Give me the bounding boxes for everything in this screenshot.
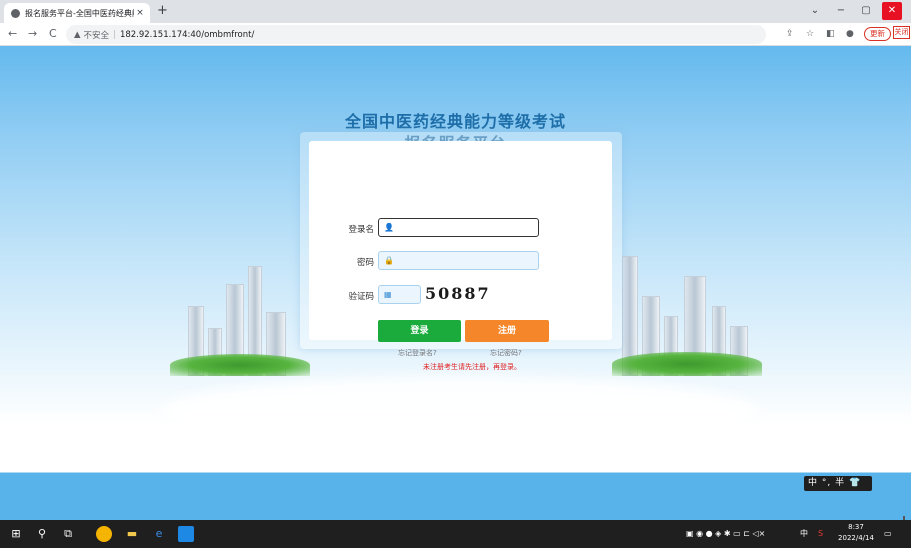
ime-toolbar[interactable]: 中 °, 半 👕 (804, 476, 872, 491)
globe-icon (11, 8, 20, 18)
notification-icon[interactable]: ▭ (884, 528, 892, 540)
warning-icon: ▲ (74, 29, 81, 40)
antivirus-tray-icon[interactable]: S (818, 528, 823, 540)
username-label: 登录名 (348, 225, 374, 235)
update-button[interactable]: 更新 (864, 27, 891, 41)
tray-icons[interactable]: ▣ ◉ ● ◈ ✱ ▭ ⊏ ◁× (686, 528, 765, 540)
page-title: 全国中医药经典能力等级考试 (344, 112, 566, 131)
clock-time: 8:37 (848, 523, 864, 531)
register-button[interactable]: 注册 (465, 320, 549, 342)
captcha-icon: ▦ (384, 290, 392, 299)
window-close-button[interactable]: ✕ (882, 2, 902, 20)
minimize-button[interactable]: − (831, 2, 851, 20)
share-icon[interactable]: ⇪ (786, 28, 794, 40)
captcha-label: 验证码 (348, 292, 374, 302)
security-label: 不安全 (83, 30, 110, 41)
clock-date: 2022/4/14 (838, 534, 874, 542)
left-city-illustration (170, 246, 310, 376)
edge-icon[interactable]: e (151, 526, 167, 542)
chrome-icon[interactable] (96, 526, 112, 542)
profile-icon[interactable]: ● (846, 28, 854, 40)
omnibox-separator: | (113, 29, 116, 40)
search-icon[interactable]: ⚲ (34, 526, 50, 542)
cloud-decoration (160, 376, 760, 446)
username-input[interactable]: 👤 (378, 218, 539, 237)
url-text: 182.92.151.174:40/ombmfront/ (119, 29, 255, 40)
browser-tab[interactable]: 报名服务平台-全国中医药经典能 × (4, 3, 150, 23)
forward-button[interactable]: → (28, 27, 37, 41)
tab-title: 报名服务平台-全国中医药经典能 (25, 8, 134, 18)
login-card (309, 141, 612, 340)
address-bar-row: ← → C ▲ 不安全 | 182.92.151.174:40/ombmfron… (0, 23, 911, 46)
close-tag-button[interactable]: 关闭 (893, 26, 910, 39)
back-button[interactable]: ← (8, 27, 17, 41)
user-icon: 👤 (384, 223, 394, 232)
captcha-image[interactable]: 50887 (425, 284, 505, 306)
ime-mode-indicator[interactable]: 中 (800, 528, 808, 540)
omnibox[interactable]: ▲ 不安全 | 182.92.151.174:40/ombmfront/ (66, 25, 766, 44)
browser-tab-strip: 报名服务平台-全国中医药经典能 × + ⌄ − ▢ ✕ (0, 0, 911, 23)
windows-taskbar: ⊞ ⚲ ⧉ ▬ e ▣ ◉ ● ◈ ✱ ▭ ⊏ ◁× 中 S 8:37 2022… (0, 520, 911, 548)
tab-search-chevron-icon[interactable]: ⌄ (805, 2, 825, 20)
captcha-text: 50887 (425, 284, 491, 303)
password-label: 密码 (356, 258, 374, 268)
tab-close-icon[interactable]: × (134, 8, 146, 18)
app-icon[interactable] (178, 526, 194, 542)
login-button[interactable]: 登录 (378, 320, 461, 342)
maximize-button[interactable]: ▢ (856, 2, 876, 20)
bookmark-star-icon[interactable]: ☆ (806, 28, 814, 40)
reload-button[interactable]: C (49, 27, 57, 41)
file-explorer-icon[interactable]: ▬ (124, 526, 140, 542)
captcha-input[interactable]: ▦ (378, 285, 421, 304)
new-tab-button[interactable]: + (157, 3, 168, 19)
forgot-username-link[interactable]: 忘记登录名? (398, 348, 437, 358)
task-view-icon[interactable]: ⧉ (60, 526, 76, 542)
side-panel-icon[interactable]: ◧ (826, 28, 835, 40)
right-city-illustration (612, 221, 762, 376)
password-input[interactable]: 🔒 (378, 251, 539, 270)
taskbar-clock[interactable]: 8:37 2022/4/14 (836, 522, 876, 544)
windows-start-icon[interactable]: ⊞ (8, 526, 24, 542)
register-notice: 未注册考生请先注册，再登录。 (423, 363, 521, 371)
lock-icon: 🔒 (384, 256, 394, 265)
forgot-password-link[interactable]: 忘记密码? (490, 348, 522, 358)
